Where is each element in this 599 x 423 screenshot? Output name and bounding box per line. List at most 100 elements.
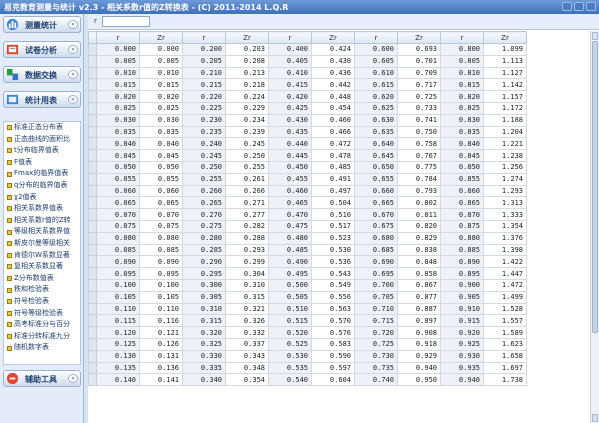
- cell-zr[interactable]: 1.188: [483, 113, 527, 127]
- chevron-icon[interactable]: »: [68, 374, 78, 383]
- cell-zr[interactable]: 0.100: [139, 278, 183, 292]
- list-item[interactable]: 正态曲线的面积比: [4, 134, 80, 146]
- cell-zr[interactable]: 0.583: [311, 337, 355, 351]
- cell-zr[interactable]: 0.315: [225, 290, 269, 304]
- cell-zr[interactable]: 1.658: [483, 349, 527, 363]
- list-item[interactable]: 等级相关系数界值: [4, 226, 80, 238]
- table-row[interactable]: 0.100 0.100 0.300 0.310 0.500 0.549 0.700 0.867…: [88, 278, 527, 292]
- cell-r[interactable]: 0.800: [440, 43, 484, 56]
- cell-r[interactable]: 0.805: [440, 54, 484, 68]
- cell-r[interactable]: 0.865: [440, 196, 484, 210]
- list-item[interactable]: 随机数字表: [4, 342, 80, 354]
- cell-r[interactable]: 0.860: [440, 184, 484, 198]
- cell-r[interactable]: 0.035: [96, 125, 140, 139]
- cell-r[interactable]: 0.055: [96, 172, 140, 186]
- cell-zr[interactable]: 1.447: [483, 267, 527, 280]
- cell-zr[interactable]: 0.090: [139, 255, 183, 269]
- cell-zr[interactable]: 0.478: [311, 149, 355, 162]
- cell-r[interactable]: 0.265: [182, 196, 226, 210]
- cell-zr[interactable]: 0.430: [311, 54, 355, 68]
- row-header[interactable]: [88, 125, 97, 139]
- sidebar-header-data-exchange[interactable]: 数据交换 »: [3, 66, 81, 83]
- cell-r[interactable]: 0.135: [96, 361, 140, 375]
- cell-r[interactable]: 0.810: [440, 66, 484, 80]
- cell-zr[interactable]: 0.332: [225, 326, 269, 339]
- table-row[interactable]: 0.050 0.050 0.250 0.255 0.450 0.485 0.650 0.775…: [88, 160, 527, 174]
- cell-r[interactable]: 0.455: [268, 172, 312, 186]
- cell-r[interactable]: 0.200: [182, 43, 226, 56]
- cell-r[interactable]: 0.885: [440, 243, 484, 257]
- scroll-up-arrow[interactable]: [592, 32, 598, 40]
- list-item[interactable]: 高考标准分与百分: [4, 319, 80, 331]
- cell-zr[interactable]: 0.466: [311, 125, 355, 139]
- cell-zr[interactable]: 0.424: [311, 43, 355, 56]
- cell-zr[interactable]: 0.116: [139, 314, 183, 328]
- cell-zr[interactable]: 0.136: [139, 361, 183, 375]
- table-row[interactable]: 0.135 0.136 0.335 0.348 0.535 0.597 0.735 0.940…: [88, 361, 527, 375]
- row-header[interactable]: [88, 90, 97, 103]
- cell-zr[interactable]: 0.218: [225, 78, 269, 92]
- cell-zr[interactable]: 1.172: [483, 101, 527, 115]
- cell-r[interactable]: 0.930: [440, 349, 484, 363]
- chevron-icon[interactable]: »: [68, 20, 78, 29]
- cell-zr[interactable]: 0.354: [225, 373, 269, 387]
- cell-r[interactable]: 0.495: [268, 267, 312, 280]
- cell-zr[interactable]: 0.304: [225, 267, 269, 280]
- list-item[interactable]: Z分布数值表: [4, 273, 80, 285]
- row-header[interactable]: [88, 137, 97, 151]
- cell-zr[interactable]: 0.472: [311, 137, 355, 151]
- row-header[interactable]: [88, 314, 97, 328]
- cell-zr[interactable]: 1.204: [483, 125, 527, 139]
- cell-r[interactable]: 0.875: [440, 219, 484, 233]
- filter-input[interactable]: [102, 16, 150, 27]
- cell-zr[interactable]: 0.299: [225, 255, 269, 269]
- row-header[interactable]: [88, 231, 97, 245]
- cell-r[interactable]: 0.935: [440, 361, 484, 375]
- cell-zr[interactable]: 0.820: [397, 219, 441, 233]
- table-row[interactable]: 0.010 0.010 0.210 0.213 0.410 0.436 0.610 0.709…: [88, 66, 527, 80]
- table-row[interactable]: 0.115 0.116 0.315 0.326 0.515 0.570 0.715 0.897…: [88, 314, 527, 328]
- cell-zr[interactable]: 0.504: [311, 196, 355, 210]
- cell-zr[interactable]: 0.556: [311, 290, 355, 304]
- cell-r[interactable]: 0.110: [96, 302, 140, 316]
- cell-r[interactable]: 0.490: [268, 255, 312, 269]
- cell-zr[interactable]: 0.576: [311, 326, 355, 339]
- cell-r[interactable]: 0.625: [354, 101, 398, 115]
- cell-zr[interactable]: 0.015: [139, 78, 183, 92]
- cell-r[interactable]: 0.820: [440, 90, 484, 103]
- list-item[interactable]: q分布的临界值表: [4, 180, 80, 192]
- table-row[interactable]: 0.015 0.015 0.215 0.218 0.415 0.442 0.615 0.717…: [88, 78, 527, 92]
- cell-zr[interactable]: 0.337: [225, 337, 269, 351]
- row-header[interactable]: [88, 113, 97, 127]
- cell-zr[interactable]: 0.775: [397, 160, 441, 174]
- list-item[interactable]: 标准正态分布表: [4, 122, 80, 134]
- cell-zr[interactable]: 0.050: [139, 160, 183, 174]
- cell-zr[interactable]: 0.590: [311, 349, 355, 363]
- cell-r[interactable]: 0.295: [182, 267, 226, 280]
- cell-r[interactable]: 0.285: [182, 243, 226, 257]
- cell-zr[interactable]: 0.829: [397, 231, 441, 245]
- cell-zr[interactable]: 0.848: [397, 255, 441, 269]
- cell-r[interactable]: 0.275: [182, 219, 226, 233]
- cell-zr[interactable]: 1.472: [483, 278, 527, 292]
- cell-r[interactable]: 0.730: [354, 349, 398, 363]
- cell-zr[interactable]: 0.838: [397, 243, 441, 257]
- cell-zr[interactable]: 0.343: [225, 349, 269, 363]
- row-header[interactable]: [88, 290, 97, 304]
- cell-zr[interactable]: 1.157: [483, 90, 527, 103]
- cell-zr[interactable]: 0.442: [311, 78, 355, 92]
- cell-r[interactable]: 0.855: [440, 172, 484, 186]
- sidebar-header-paper-analysis[interactable]: 试卷分析 »: [3, 41, 81, 58]
- cell-r[interactable]: 0.830: [440, 113, 484, 127]
- cell-zr[interactable]: 0.784: [397, 172, 441, 186]
- cell-r[interactable]: 0.260: [182, 184, 226, 198]
- cell-r[interactable]: 0.740: [354, 373, 398, 387]
- cell-r[interactable]: 0.870: [440, 208, 484, 221]
- cell-zr[interactable]: 0.110: [139, 302, 183, 316]
- cell-zr[interactable]: 0.271: [225, 196, 269, 210]
- cell-r[interactable]: 0.020: [96, 90, 140, 103]
- cell-r[interactable]: 0.315: [182, 314, 226, 328]
- cell-zr[interactable]: 0.867: [397, 278, 441, 292]
- cell-zr[interactable]: 0.020: [139, 90, 183, 103]
- chevron-icon[interactable]: »: [68, 70, 78, 79]
